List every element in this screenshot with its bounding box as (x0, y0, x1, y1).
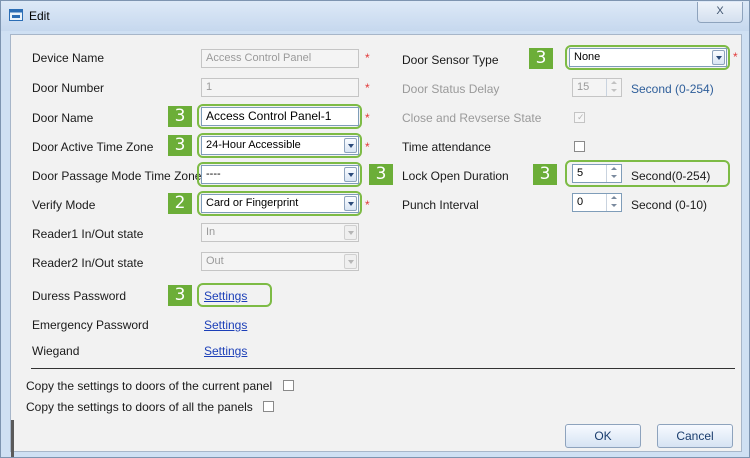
door-status-delay-value: 15 (577, 81, 590, 93)
verify-mode-select[interactable]: Card or Fingerprint (201, 194, 359, 213)
verify-mode-value: Card or Fingerprint (206, 197, 299, 209)
lock-open-duration-unit: Second(0-254) (631, 169, 711, 183)
reader2-select[interactable]: Out (201, 252, 359, 271)
close-reverse-checkbox[interactable]: ✓ (574, 112, 585, 123)
wiegand-label: Wiegand (32, 344, 80, 358)
duress-password-label: Duress Password (32, 289, 127, 303)
chevron-down-icon[interactable] (344, 167, 357, 182)
lock-open-duration-value: 5 (577, 167, 584, 179)
emergency-settings-link[interactable]: Settings (204, 318, 247, 332)
door-number-required-mark: * (365, 81, 370, 95)
device-name-field[interactable]: Access Control Panel (201, 49, 359, 68)
left-edge-marker (11, 420, 14, 457)
device-name-label: Device Name (32, 51, 105, 65)
duress-settings-link[interactable]: Settings (204, 289, 247, 303)
copy-current-panel-label: Copy the settings to doors of the curren… (26, 379, 273, 393)
door-name-required-mark: * (365, 111, 370, 125)
punch-interval-unit: Second (0-10) (631, 198, 708, 212)
cancel-button[interactable]: Cancel (657, 424, 733, 448)
close-button[interactable]: X (697, 2, 743, 23)
dialog-content: Device Name Access Control Panel * Door … (10, 34, 742, 457)
copy-all-panels-checkbox[interactable] (263, 401, 274, 412)
door-status-delay-unit: Second (0-254) (631, 82, 714, 96)
device-name-required-mark: * (365, 51, 370, 65)
door-active-tz-required-mark: * (365, 140, 370, 154)
checkmark-icon: ✓ (577, 112, 585, 122)
edit-dialog: Edit X Device Name Access Control Panel … (0, 0, 750, 458)
time-attendance-checkbox[interactable] (574, 141, 585, 152)
chevron-down-icon[interactable] (712, 50, 725, 65)
close-icon: X (716, 5, 724, 17)
spinner-arrows-icon (606, 79, 621, 96)
door-status-delay-spinner[interactable]: 15 (572, 78, 622, 97)
chevron-down-icon[interactable] (344, 196, 357, 211)
punch-interval-value: 0 (577, 196, 584, 208)
step-badge: 2 (168, 193, 192, 214)
step-badge: 3 (168, 106, 192, 127)
chevron-down-icon (344, 254, 357, 269)
wiegand-settings-link[interactable]: Settings (204, 344, 247, 358)
passage-mode-tz-label: Door Passage Mode Time Zone (32, 169, 202, 183)
verify-mode-label: Verify Mode (32, 198, 96, 212)
reader1-label: Reader1 In/Out state (32, 227, 144, 241)
ok-button[interactable]: OK (565, 424, 641, 448)
reader2-value: Out (206, 255, 224, 267)
door-sensor-type-required-mark: * (733, 50, 738, 64)
copy-all-panels-label: Copy the settings to doors of all the pa… (26, 400, 253, 414)
chevron-down-icon (344, 225, 357, 240)
passage-mode-tz-value: ---- (206, 168, 221, 180)
door-name-input[interactable]: Access Control Panel-1 (201, 107, 359, 126)
door-active-tz-select[interactable]: 24-Hour Accessible (201, 136, 359, 155)
reader2-label: Reader2 In/Out state (32, 256, 144, 270)
door-number-label: Door Number (32, 81, 105, 95)
step-badge: 3 (168, 285, 192, 306)
step-badge: 3 (533, 164, 557, 185)
step-badge: 3 (168, 135, 192, 156)
lock-open-duration-label: Lock Open Duration (402, 169, 509, 183)
close-reverse-label: Close and Revserse State (402, 111, 542, 125)
lock-open-duration-spinner[interactable]: 5 (572, 164, 622, 183)
time-attendance-label: Time attendance (402, 140, 491, 154)
door-sensor-type-value: None (574, 51, 601, 63)
reader1-value: In (206, 226, 216, 238)
reader1-select[interactable]: In (201, 223, 359, 242)
emergency-password-label: Emergency Password (32, 318, 149, 332)
verify-mode-required-mark: * (365, 198, 370, 212)
copy-current-panel-checkbox[interactable] (283, 380, 294, 391)
spinner-arrows-icon[interactable] (606, 165, 621, 182)
door-active-tz-label: Door Active Time Zone (32, 140, 154, 154)
title-bar[interactable]: Edit X (1, 1, 749, 31)
window-icon (9, 9, 23, 21)
punch-interval-spinner[interactable]: 0 (572, 193, 622, 212)
door-sensor-type-select[interactable]: None (569, 48, 727, 67)
chevron-down-icon[interactable] (344, 138, 357, 153)
spinner-arrows-icon[interactable] (606, 194, 621, 211)
step-badge: 3 (529, 48, 553, 69)
door-sensor-type-label: Door Sensor Type (402, 53, 499, 67)
door-status-delay-label: Door Status Delay (402, 82, 500, 96)
door-number-field[interactable]: 1 (201, 78, 359, 97)
door-active-tz-value: 24-Hour Accessible (206, 139, 301, 151)
punch-interval-label: Punch Interval (402, 198, 479, 212)
step-badge: 3 (369, 164, 393, 185)
divider (31, 368, 735, 369)
window-title: Edit (29, 9, 50, 23)
passage-mode-tz-select[interactable]: ---- (201, 165, 359, 184)
door-name-label: Door Name (32, 111, 94, 125)
